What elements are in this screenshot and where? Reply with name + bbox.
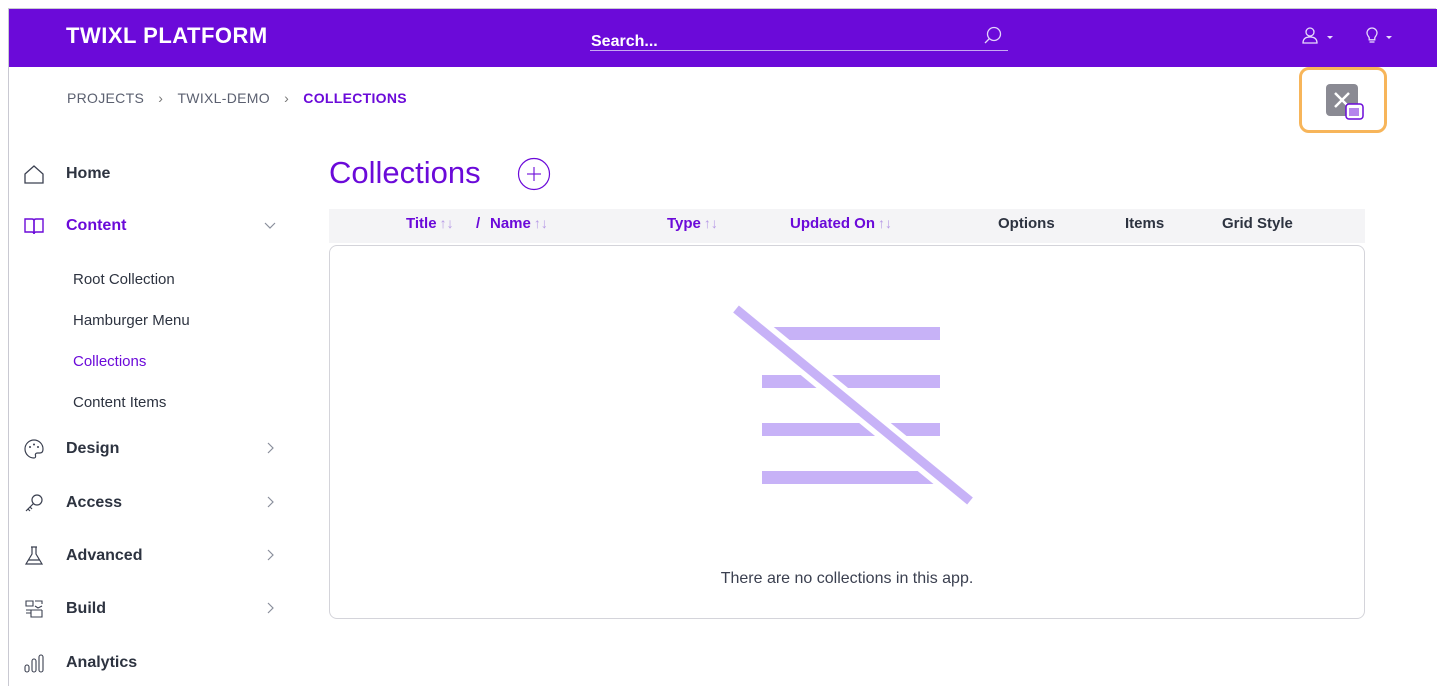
bar-chart-icon — [24, 654, 44, 673]
sidebar-item-home[interactable]: Home — [9, 159, 299, 189]
sidebar-item-label: Content — [66, 217, 127, 234]
sidebar-item-design[interactable]: Design — [9, 434, 299, 464]
lightbulb-icon[interactable] — [1364, 26, 1404, 48]
user-menu[interactable] — [1301, 26, 1343, 48]
scan-close-button[interactable] — [1299, 67, 1387, 133]
sidebar-subitem-hamburger-menu[interactable]: Hamburger Menu — [73, 312, 190, 329]
app-logo[interactable]: TWIXL PLATFORM — [66, 23, 268, 49]
breadcrumb-project[interactable]: TWIXL-DEMO — [177, 90, 269, 106]
sidebar-item-label: Build — [66, 600, 106, 617]
close-barcode-icon[interactable] — [1324, 82, 1364, 122]
key-icon — [25, 494, 43, 512]
column-title[interactable]: Title ↑↓ — [406, 215, 454, 232]
sidebar-item-analytics[interactable]: Analytics — [9, 648, 299, 678]
empty-list-icon — [729, 301, 977, 509]
sidebar-item-label: Analytics — [66, 654, 138, 671]
column-type[interactable]: Type ↑↓ — [667, 215, 718, 232]
column-grid-style: Grid Style — [1222, 215, 1293, 232]
sidebar-subitem-content-items[interactable]: Content Items — [73, 394, 166, 411]
search-box[interactable]: Search... — [590, 23, 1008, 51]
chevron-right-icon[interactable] — [263, 548, 277, 562]
sort-icon: ↑↓ — [878, 215, 892, 231]
empty-state-message: There are no collections in this app. — [720, 570, 974, 587]
empty-state-panel: There are no collections in this app. — [329, 245, 1365, 619]
chevron-right-icon[interactable] — [263, 495, 277, 509]
sidebar-item-label: Access — [66, 494, 123, 511]
sidebar-subitem-root-collection[interactable]: Root Collection — [73, 271, 175, 288]
page-title: Collections — [329, 155, 481, 190]
search-icon[interactable] — [982, 25, 1004, 47]
sort-icon: ↑↓ — [533, 215, 548, 231]
top-bar: TWIXL PLATFORM Search... — [9, 9, 1437, 67]
help-menu[interactable] — [1364, 26, 1404, 48]
breadcrumb: PROJECTS › TWIXL-DEMO › COLLECTIONS — [67, 89, 407, 106]
palette-icon — [24, 439, 44, 459]
sidebar-item-label: Advanced — [66, 547, 143, 564]
column-name[interactable]: Name ↑↓ — [490, 215, 548, 232]
sidebar-item-advanced[interactable]: Advanced — [9, 541, 299, 571]
home-icon — [24, 165, 44, 184]
column-items: Items — [1125, 215, 1165, 232]
add-collection-button[interactable] — [517, 157, 551, 191]
sidebar-item-content[interactable]: Content — [9, 211, 299, 241]
sort-icon: ↑↓ — [439, 215, 454, 231]
sidebar-item-build[interactable]: Build — [9, 594, 299, 624]
sidebar-item-access[interactable]: Access — [9, 488, 299, 518]
chevron-right-icon: › — [284, 90, 290, 107]
book-icon — [24, 218, 44, 235]
app-window: TWIXL PLATFORM Search... PROJECTS › TWIX… — [8, 8, 1437, 686]
sidebar-subitem-collections[interactable]: Collections — [73, 353, 146, 370]
sidebar-item-label: Design — [66, 440, 120, 457]
flask-icon — [24, 546, 44, 565]
sort-icon: ↑↓ — [703, 215, 718, 231]
column-updated-on[interactable]: Updated On ↑↓ — [790, 215, 892, 232]
chevron-right-icon[interactable] — [263, 601, 277, 615]
chevron-right-icon: › — [158, 90, 164, 107]
sidebar-item-label: Home — [66, 165, 111, 182]
breadcrumb-current: COLLECTIONS — [303, 90, 407, 107]
search-input[interactable]: Search... — [591, 33, 658, 51]
user-icon[interactable] — [1301, 26, 1343, 48]
build-icon — [25, 600, 43, 618]
table-header: Title ↑↓ / Name ↑↓ Type ↑↓ Updated On ↑↓ Opt… — [329, 209, 1365, 243]
breadcrumb-projects[interactable]: PROJECTS — [67, 90, 144, 106]
chevron-right-icon[interactable] — [263, 441, 277, 455]
column-separator: / — [476, 215, 481, 232]
column-options: Options — [998, 215, 1055, 232]
chevron-down-icon[interactable] — [263, 218, 277, 232]
